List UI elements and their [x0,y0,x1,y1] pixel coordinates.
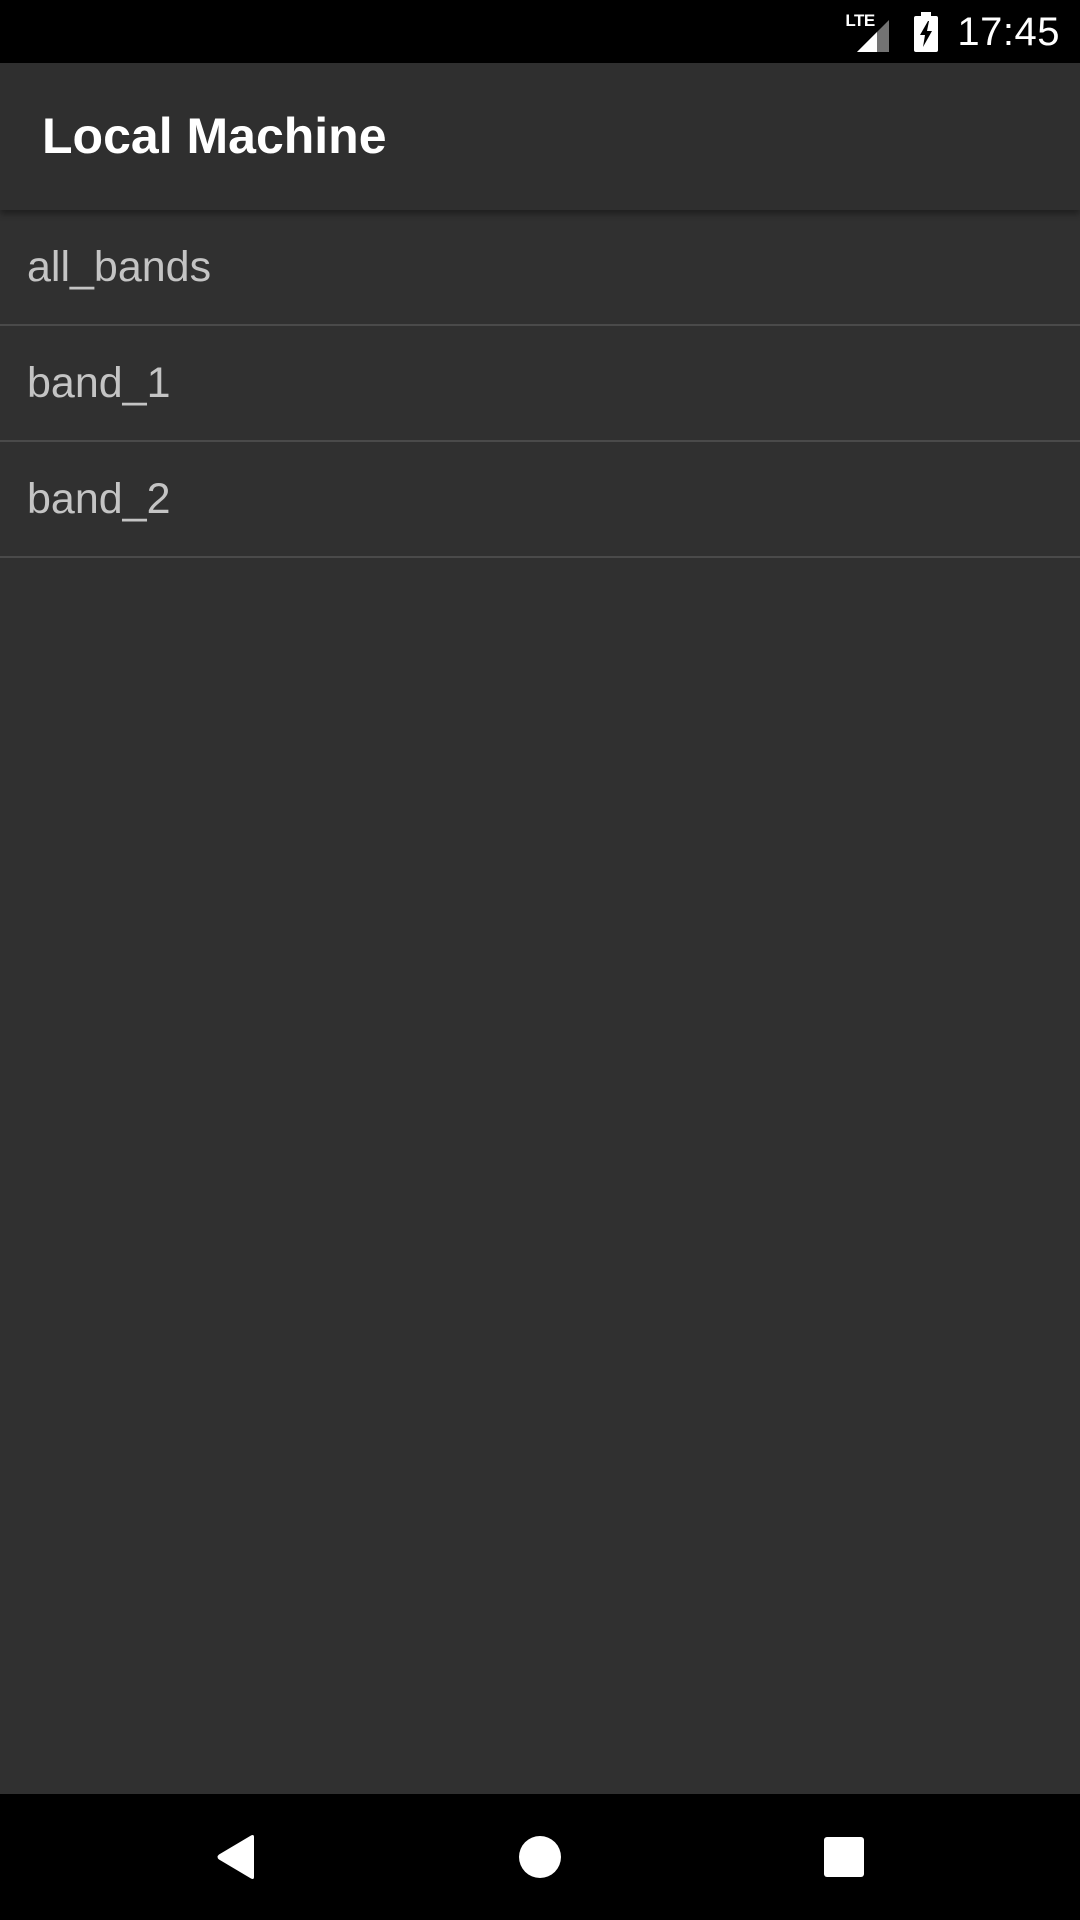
home-icon [519,1836,561,1878]
status-icons: LTE 17:45 [843,0,1060,63]
back-button[interactable] [176,1794,296,1920]
recents-icon [824,1837,864,1877]
list-item-label: band_2 [27,475,171,523]
list-item-band-2[interactable]: band_2 [0,442,1080,558]
screen: LTE 17:45 Local Machine all_bands band_1… [0,0,1080,1920]
lte-signal-icon: LTE [843,11,891,52]
status-bar: LTE 17:45 [0,0,1080,63]
list-item-label: band_1 [27,359,171,407]
app-bar: Local Machine [0,63,1080,210]
list-item-label: all_bands [27,243,212,291]
list-item-band-1[interactable]: band_1 [0,326,1080,442]
home-button[interactable] [480,1794,600,1920]
list-item-all-bands[interactable]: all_bands [0,210,1080,326]
band-list: all_bands band_1 band_2 [0,210,1080,558]
status-clock: 17:45 [957,9,1060,54]
battery-charging-icon [913,11,939,52]
recents-button[interactable] [784,1794,904,1920]
navigation-bar [0,1794,1080,1920]
back-icon [217,1835,254,1879]
page-title: Local Machine [42,108,387,164]
